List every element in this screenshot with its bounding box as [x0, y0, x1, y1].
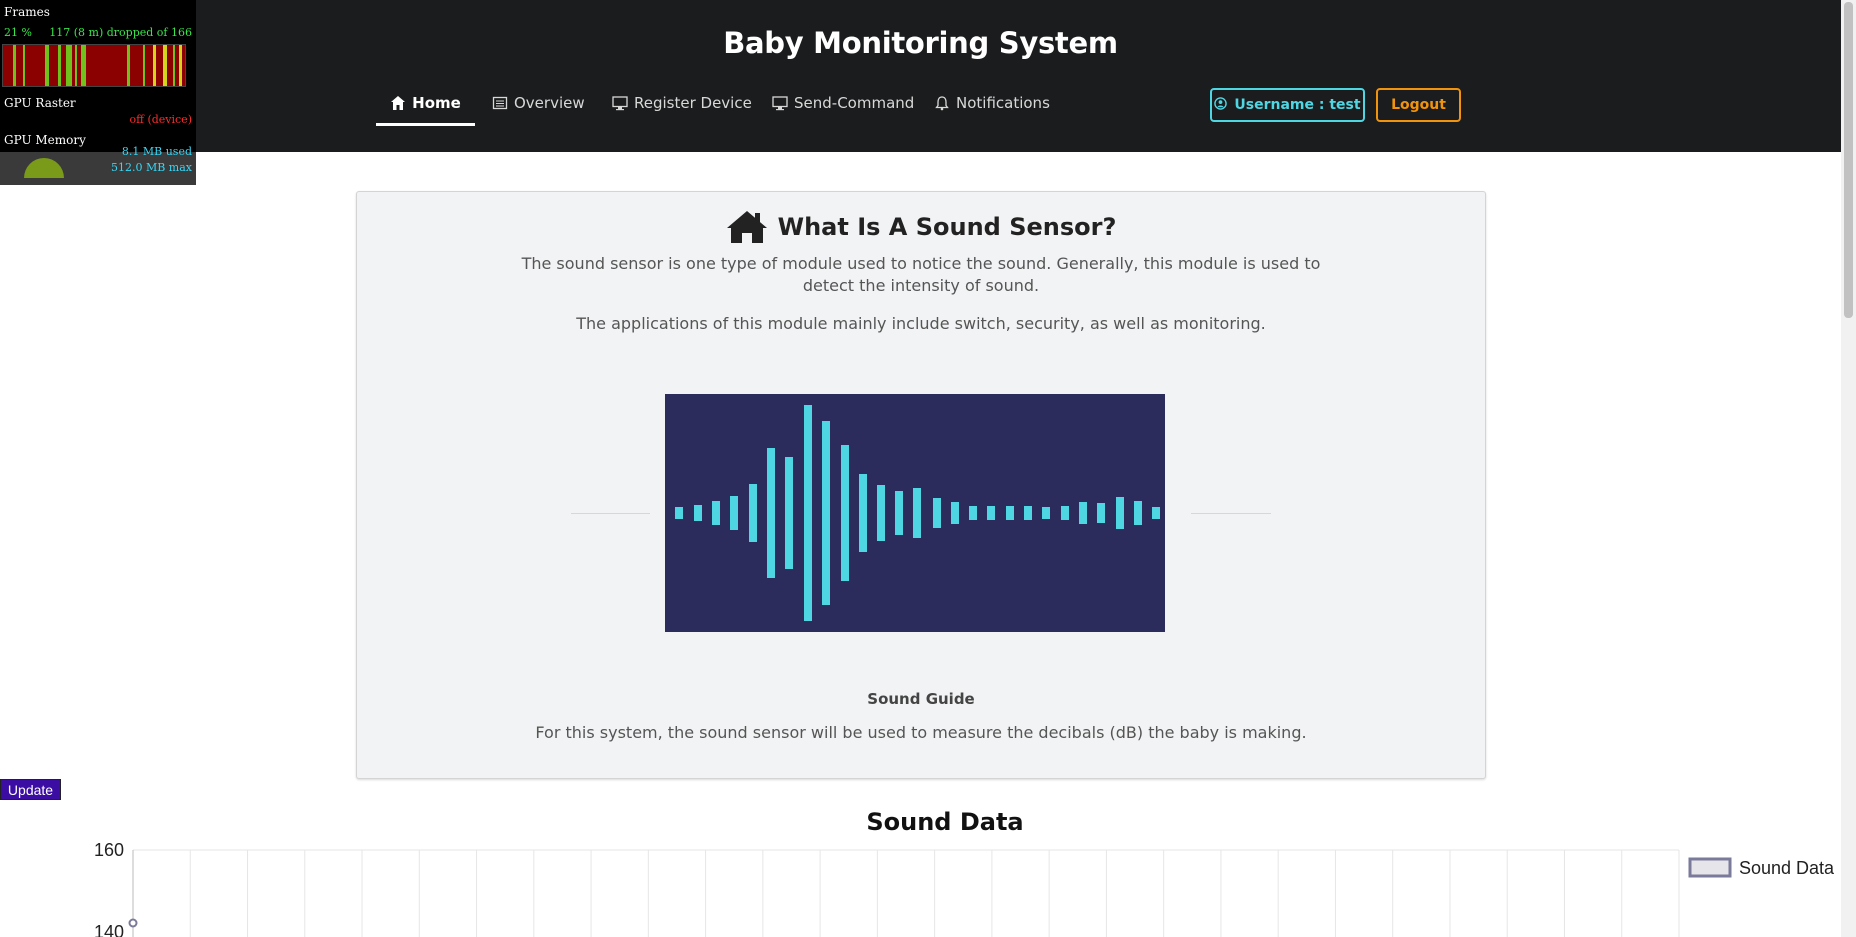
nav-label-home: Home: [412, 94, 461, 112]
wave-bar: [822, 421, 830, 605]
nav-label-overview: Overview: [514, 94, 585, 112]
logout-button[interactable]: Logout: [1376, 88, 1461, 122]
frame-stats-overlay: Frames 21 % 117 (8 m) dropped of 166 GPU…: [0, 0, 196, 185]
sound-data-chart: 160 140 Sound Data: [94, 840, 1835, 937]
username-button[interactable]: Username : test: [1210, 88, 1365, 122]
bell-icon: [934, 95, 950, 111]
data-point: [128, 918, 138, 928]
nav-item-overview[interactable]: Overview: [492, 86, 585, 126]
wave-bar: [767, 448, 775, 578]
gpu-memory-label: GPU Memory: [4, 133, 86, 147]
wave-bar: [895, 491, 903, 535]
frames-percent: 21 %: [4, 26, 32, 39]
wave-bar: [675, 507, 683, 519]
scrollbar-thumb[interactable]: [1844, 2, 1853, 318]
wave-bar: [1079, 502, 1087, 524]
card-title: What Is A Sound Sensor?: [357, 210, 1485, 244]
wave-bar: [913, 488, 921, 538]
wave-bar: [1152, 507, 1160, 519]
wave-bar: [1134, 501, 1142, 525]
wave-bar: [1006, 506, 1014, 520]
user-circle-icon: [1214, 96, 1228, 114]
intro-line-1: The sound sensor is one type of module u…: [521, 254, 1321, 273]
wave-bar: [1097, 503, 1105, 523]
update-button[interactable]: Update: [0, 779, 61, 800]
legend-label: Sound Data: [1739, 858, 1835, 878]
y-tick-label: 140: [94, 922, 124, 937]
frames-dropped: 117 (8 m) dropped of 166: [49, 26, 192, 39]
intro-line-2: detect the intensity of sound.: [802, 276, 1040, 295]
frames-label: Frames: [4, 5, 50, 19]
list-icon: [492, 95, 508, 111]
home-icon: [390, 95, 406, 111]
nav-item-register-device[interactable]: Register Device: [612, 86, 752, 126]
nav-item-home[interactable]: Home: [376, 86, 475, 126]
wave-bar: [749, 484, 757, 542]
app-title: Baby Monitoring System: [723, 26, 1118, 60]
page-scrollbar[interactable]: [1841, 0, 1856, 937]
y-tick-label: 160: [94, 840, 124, 860]
divider-left: [571, 513, 650, 514]
card-title-text: What Is A Sound Sensor?: [777, 213, 1117, 241]
nav-item-notifications[interactable]: Notifications: [934, 86, 1050, 126]
username-label: Username : test: [1234, 97, 1361, 113]
divider-right: [1191, 513, 1271, 514]
gpu-raster-label: GPU Raster: [4, 96, 76, 110]
wave-bar: [804, 405, 812, 621]
nav-label-register-device: Register Device: [634, 94, 752, 112]
frames-histogram: [2, 44, 186, 87]
image-caption: Sound Guide: [867, 690, 975, 708]
wave-bar: [859, 474, 867, 552]
nav-label-send-command: Send-Command: [794, 94, 915, 112]
wave-bar: [841, 445, 849, 581]
wave-bar: [712, 501, 720, 525]
desktop-icon: [772, 95, 788, 111]
sound-wave-graphic: [675, 405, 1160, 621]
system-description: For this system, the sound sensor will b…: [535, 723, 1307, 742]
wave-bar: [1061, 506, 1069, 520]
gpu-memory-used: 8.1 MB used: [121, 145, 192, 158]
applications-text: The applications of this module mainly i…: [576, 314, 1266, 333]
wave-bar: [987, 506, 995, 520]
sound-sensor-card: What Is A Sound Sensor? The sound sensor…: [356, 191, 1486, 779]
gpu-raster-status: off (device): [129, 113, 192, 126]
wave-bar: [877, 485, 885, 541]
wave-bar: [785, 457, 793, 569]
chart-title: Sound Data: [866, 808, 1024, 836]
legend-swatch: [1688, 857, 1732, 878]
wave-bar: [694, 505, 702, 521]
nav-item-send-command[interactable]: Send-Command: [772, 86, 914, 126]
wave-bar: [1116, 497, 1124, 529]
sound-wave-image: [665, 394, 1165, 632]
desktop-icon: [612, 95, 628, 111]
gpu-memory-max: 512.0 MB max: [110, 161, 192, 174]
wave-bar: [730, 496, 738, 530]
home-icon: [726, 211, 767, 243]
top-navbar: Baby Monitoring System Home Overview Reg…: [0, 0, 1841, 152]
nav-label-notifications: Notifications: [956, 94, 1050, 112]
wave-bar: [1042, 507, 1050, 519]
gpu-memory-gauge: [24, 158, 64, 178]
wave-bar: [951, 502, 959, 524]
wave-bar: [969, 506, 977, 520]
wave-bar: [933, 498, 941, 528]
wave-bar: [1024, 506, 1032, 520]
